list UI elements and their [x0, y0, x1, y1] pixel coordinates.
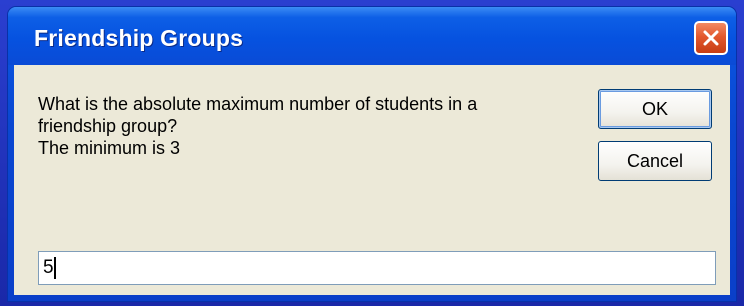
dialog-title: Friendship Groups: [34, 25, 244, 51]
value-input[interactable]: 5: [38, 251, 716, 285]
prompt-line-2: friendship group?: [38, 116, 178, 136]
text-caret: [53, 257, 56, 279]
cancel-button[interactable]: Cancel: [598, 141, 712, 181]
title-bar[interactable]: Friendship Groups: [8, 7, 736, 65]
prompt-line-1: What is the absolute maximum number of s…: [38, 94, 478, 114]
close-icon: [703, 30, 719, 46]
ok-button[interactable]: OK: [598, 89, 712, 129]
input-value: 5: [43, 257, 54, 278]
dialog-body: What is the absolute maximum number of s…: [14, 65, 730, 295]
close-button[interactable]: [694, 21, 728, 55]
prompt-text: What is the absolute maximum number of s…: [38, 93, 558, 159]
input-dialog: Friendship Groups What is the absolute m…: [8, 7, 736, 301]
prompt-line-3: The minimum is 3: [38, 138, 181, 158]
